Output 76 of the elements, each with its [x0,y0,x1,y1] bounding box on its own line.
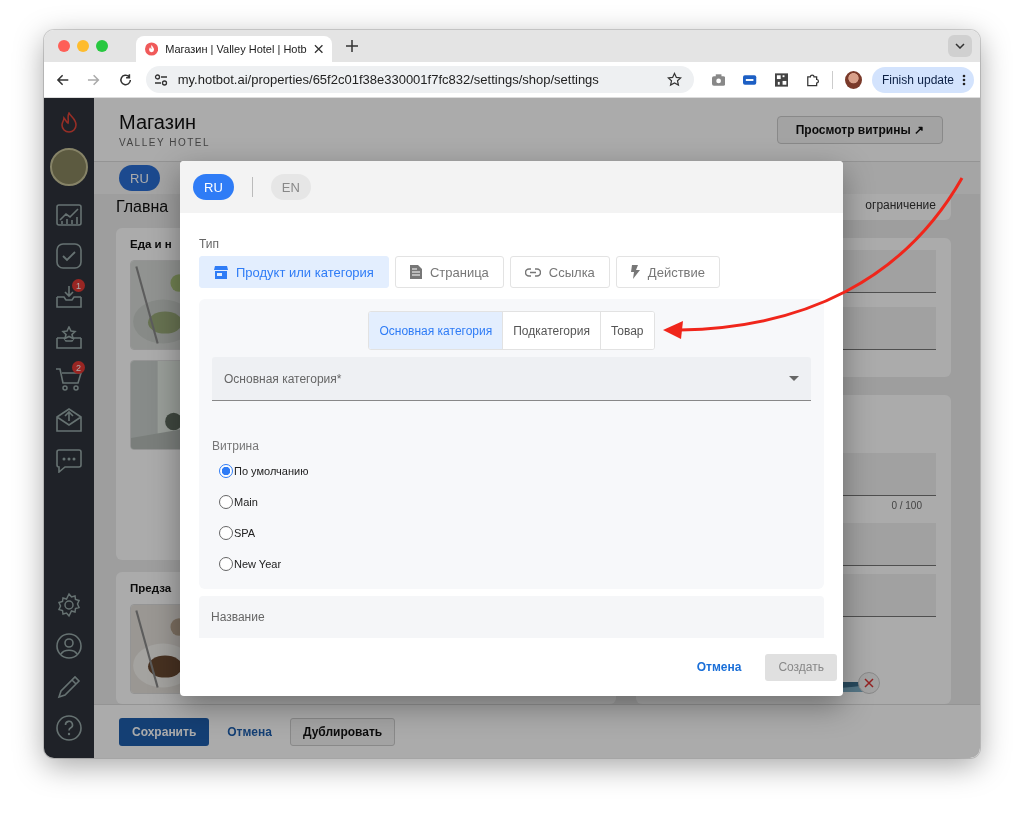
name-field[interactable]: Название [199,596,824,638]
radio-button[interactable] [219,556,233,571]
close-icon[interactable] [313,44,323,54]
language-chip[interactable]: RU [193,174,234,200]
caret-icon [955,43,965,49]
radio-option[interactable]: SPA [219,523,811,542]
link-icon [524,267,541,277]
limit-label: ограничение [865,198,936,212]
settings-icon [56,591,82,618]
cart-icon [55,366,83,391]
character-counter: 0 / 100 [891,500,922,511]
close-window-button[interactable] [58,40,70,52]
tab-list-button[interactable] [948,35,972,57]
hotel-avatar[interactable] [50,148,88,186]
segment-button[interactable]: Товар [599,312,654,349]
group-title: Еда и н [130,238,172,250]
notification-badge: 1 [72,279,85,292]
site-settings-icon[interactable] [153,72,168,87]
type-option[interactable]: Действие [615,256,720,288]
qr-code-icon[interactable] [774,72,788,87]
duplicate-button[interactable]: Дублировать [289,717,396,746]
more-icon[interactable] [962,73,966,86]
segment-button[interactable]: Основная категория [369,312,503,349]
preview-showcase-button[interactable]: Просмотр витрины ↗ [776,115,943,144]
flame-icon [145,42,159,56]
page-title: Магазин [119,111,198,134]
nav-item[interactable]: 2 [44,358,94,399]
star-icon[interactable] [667,72,682,87]
pencil-icon [56,673,82,700]
save-button[interactable]: Сохранить [119,717,210,746]
puzzle-icon[interactable] [805,72,820,87]
checkmark-icon [56,242,82,269]
profile-avatar[interactable] [844,70,862,89]
store-icon [214,265,228,279]
radio-button[interactable] [219,494,233,509]
mail-upload-icon [56,407,82,432]
group-title: Предза [130,582,172,594]
category-select[interactable]: Основная категория* [212,357,811,401]
camera-icon[interactable] [712,73,726,86]
user-icon [56,632,82,659]
new-tab-icon[interactable] [346,40,358,52]
radio-option[interactable]: По умолчанию [219,461,811,480]
chat-icon [56,448,82,473]
type-label: Тип [199,237,220,251]
flame-logo[interactable] [60,112,78,134]
section-title: Главна [116,198,170,216]
radio-button[interactable] [219,525,233,540]
back-icon[interactable] [56,72,70,87]
type-option[interactable]: Продукт или категория [199,256,389,288]
page-subtitle: VALLEY HOTEL [119,137,211,148]
radio-button[interactable] [219,463,233,478]
browser-tab[interactable]: Магазин | Valley Hotel | Hotb [136,36,332,62]
lightning-icon [630,265,640,279]
zip-extension-icon[interactable] [743,74,757,85]
language-chip[interactable]: RU [119,165,160,191]
close-icon [864,678,874,688]
forward-icon[interactable] [87,72,101,87]
finish-update-button[interactable]: Finish update [871,66,974,93]
reload-icon[interactable] [118,72,132,87]
type-option[interactable]: Ссылка [509,256,610,288]
star-tray-icon [56,325,82,350]
language-chip[interactable]: EN [270,174,311,200]
chart-icon [56,203,82,226]
cancel-button[interactable]: Отмена [690,659,748,675]
radio-option[interactable]: New Year [219,554,811,573]
remove-button[interactable] [858,672,880,694]
radio-option[interactable]: Main [219,492,811,511]
inbox-download-icon [56,284,82,309]
showcase-label: Витрина [212,439,260,453]
notification-badge: 2 [72,361,85,374]
help-icon [56,714,82,741]
nav-item[interactable]: 1 [44,276,94,317]
cancel-link[interactable]: Отмена [219,724,280,739]
address-bar[interactable]: my.hotbot.ai/properties/65f2c01f38e330001f7fc832/settings/shop/settings [145,66,694,93]
type-option[interactable]: Страница [394,256,504,288]
document-icon [409,265,422,279]
